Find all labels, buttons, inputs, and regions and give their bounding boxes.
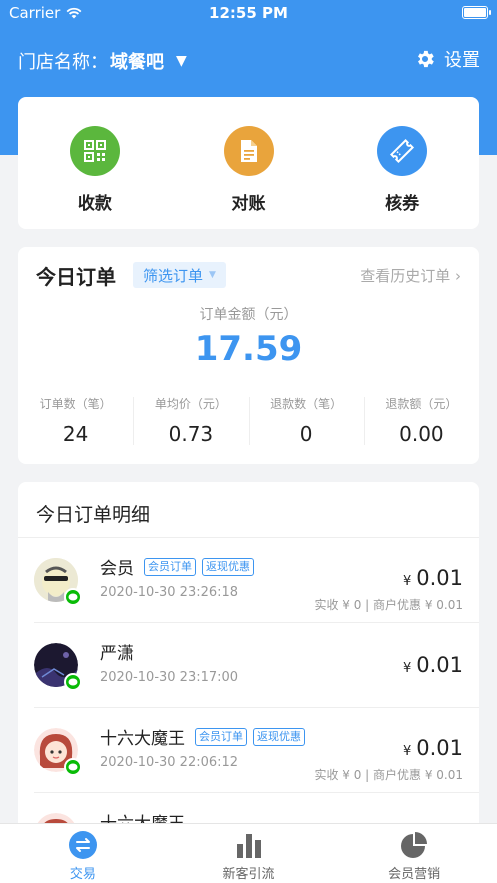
avatar — [34, 728, 82, 776]
action-label: 收款 — [77, 194, 112, 214]
tab-member-marketing[interactable]: 会员营销 — [331, 824, 497, 883]
settings-button[interactable]: 设置 — [414, 46, 480, 72]
order-row[interactable]: 严潇 2020-10-30 23:17:00 ¥0.01 — [34, 623, 479, 708]
order-name-line: 十六大魔王 会员订单 返现优惠 — [100, 724, 305, 749]
order-amount: ¥0.01 — [402, 653, 463, 677]
store-label: 门店名称： — [18, 52, 108, 73]
order-breakdown: 实收 ¥ 0 | 商户优惠 ¥ 0.01 — [314, 598, 463, 612]
store-name: 域餐吧 — [110, 52, 164, 73]
tab-label: 交易 — [69, 867, 96, 882]
order-amount: ¥0.01 — [402, 736, 463, 760]
customer-name: 十六大魔王 — [100, 729, 185, 749]
wechat-icon — [64, 588, 82, 606]
order-amount: 17.59 — [194, 329, 303, 369]
order-time: 2020-10-30 23:26:18 — [100, 585, 239, 600]
stat-value: 0.73 — [168, 422, 214, 446]
member-order-tag: 会员订单 — [144, 557, 196, 576]
stat-label: 退款额（元） — [385, 397, 458, 411]
action-label: 对账 — [231, 194, 266, 214]
caret-down-icon: ▼ — [209, 270, 216, 280]
stat-refund-count: 退款数（笔） 0 — [248, 395, 364, 446]
document-icon — [223, 126, 274, 176]
qr-code-icon — [69, 126, 120, 176]
order-amount: ¥0.01 — [402, 566, 463, 590]
order-name-line: 严潇 — [100, 639, 138, 664]
order-breakdown: 实收 ¥ 0 | 商户优惠 ¥ 0.01 — [314, 768, 463, 782]
cashback-tag: 返现优惠 — [253, 727, 305, 746]
pie-chart-icon — [399, 830, 429, 860]
amount-label: 订单金额（元） — [199, 307, 298, 323]
avatar — [34, 558, 82, 606]
store-selector[interactable]: 门店名称： 域餐吧 ▼ — [18, 48, 187, 74]
quick-actions: 收款 对账 核券 — [18, 97, 479, 229]
stat-label: 订单数（笔） — [39, 397, 112, 411]
status-bar: Carrier 12:55 PM — [0, 0, 497, 26]
stat-value: 0 — [299, 422, 313, 446]
stats-row: 订单数（笔） 24 单均价（元） 0.73 退款数（笔） 0 退款额（元） 0.… — [18, 395, 479, 446]
status-time: 12:55 PM — [209, 4, 288, 22]
today-title: 今日订单 — [36, 265, 116, 289]
tab-label: 会员营销 — [388, 867, 441, 882]
member-order-tag: 会员订单 — [195, 727, 247, 746]
order-row[interactable]: 十六大魔王 会员订单 返现优惠 2020-10-30 22:06:12 ¥0.0… — [34, 708, 479, 793]
action-label: 核券 — [385, 194, 420, 214]
exchange-icon — [68, 830, 98, 860]
filter-label: 筛选订单 — [143, 266, 204, 285]
stat-value: 24 — [62, 422, 89, 446]
stat-value: 0.00 — [399, 422, 444, 446]
stat-order-count: 订单数（笔） 24 — [18, 395, 133, 446]
cashback-tag: 返现优惠 — [202, 557, 254, 576]
customer-name: 严潇 — [100, 644, 134, 664]
wechat-icon — [64, 758, 82, 776]
bar-chart-icon — [234, 830, 264, 860]
stat-average-price: 单均价（元） 0.73 — [133, 395, 248, 446]
stat-refund-amount: 退款额（元） 0.00 — [363, 395, 479, 446]
order-time: 2020-10-30 23:17:00 — [100, 670, 239, 685]
stat-label: 单均价（元） — [154, 397, 227, 411]
verify-coupon-button[interactable]: 核券 — [325, 97, 479, 229]
tab-bar: 交易 新客引流 会员营销 — [0, 823, 497, 883]
tab-label: 新客引流 — [222, 867, 275, 882]
collect-payment-button[interactable]: 收款 — [18, 97, 172, 229]
caret-down-icon: ▼ — [176, 53, 187, 69]
tab-transactions[interactable]: 交易 — [0, 824, 166, 883]
today-summary: 今日订单 筛选订单 ▼ 查看历史订单 › 订单金额（元） 17.59 订单数（笔… — [18, 247, 479, 464]
customer-name: 会员 — [100, 559, 134, 579]
details-title: 今日订单明细 — [18, 482, 479, 538]
order-name-line: 会员 会员订单 返现优惠 — [100, 554, 254, 579]
filter-orders-button[interactable]: 筛选订单 ▼ — [133, 262, 226, 288]
order-row[interactable]: 会员 会员订单 返现优惠 2020-10-30 23:26:18 ¥0.01 实… — [34, 538, 479, 623]
wechat-icon — [64, 673, 82, 691]
avatar — [34, 643, 82, 691]
history-orders-link[interactable]: 查看历史订单 › — [360, 265, 461, 286]
gear-icon — [418, 50, 434, 68]
battery-icon — [462, 6, 491, 19]
ticket-icon — [377, 126, 428, 176]
tab-new-customers[interactable]: 新客引流 — [166, 824, 332, 883]
order-time: 2020-10-30 22:06:12 — [100, 755, 239, 770]
settings-label: 设置 — [444, 50, 480, 71]
app-header: 门店名称： 域餐吧 ▼ 设置 — [0, 40, 497, 80]
stat-label: 退款数（笔） — [270, 397, 343, 411]
reconcile-button[interactable]: 对账 — [172, 97, 326, 229]
